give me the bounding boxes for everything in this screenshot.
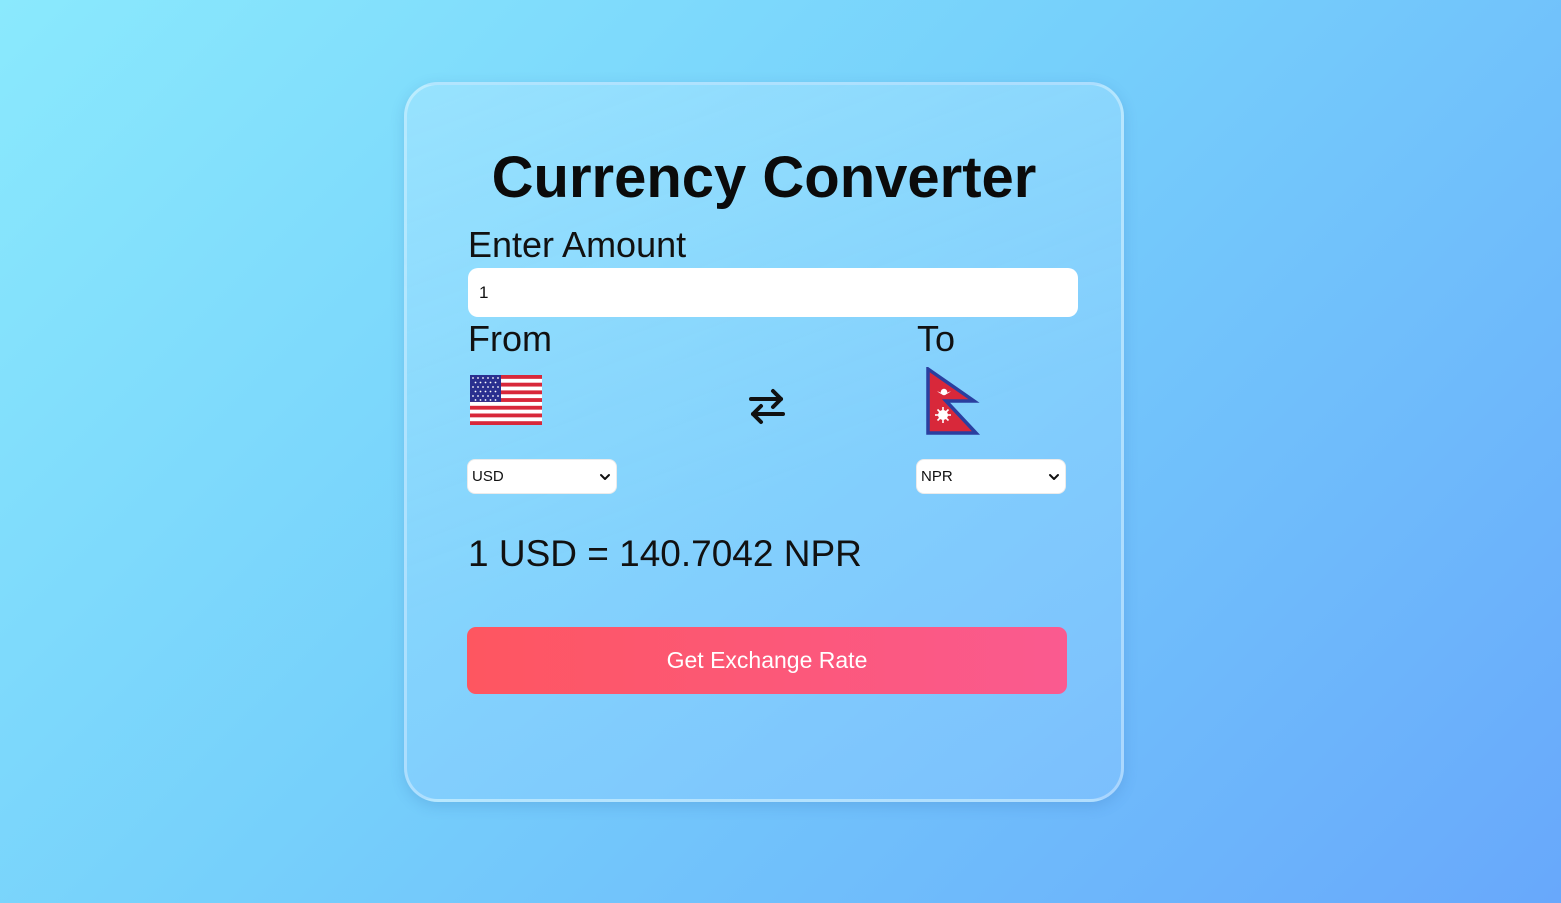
chevron-down-icon [1049,474,1059,480]
from-currency-select[interactable]: USD [467,459,617,494]
converter-card: Currency Converter Enter Amount From To [404,82,1124,802]
page-title: Currency Converter [491,145,1037,210]
chevron-down-icon [600,474,610,480]
amount-label: Enter Amount [468,224,687,265]
to-label: To [917,318,956,359]
to-currency-select[interactable]: NPR [916,459,1066,494]
from-label: From [468,318,552,359]
us-flag-icon [470,375,542,425]
swap-arrows-icon[interactable] [747,386,787,426]
amount-input[interactable] [468,268,1078,317]
to-currency-value: NPR [921,468,953,485]
nepal-flag-icon [926,367,981,435]
from-currency-value: USD [472,468,504,485]
exchange-rate-result: 1 USD = 140.7042 NPR [468,533,862,574]
get-exchange-rate-button[interactable]: Get Exchange Rate [467,627,1067,694]
